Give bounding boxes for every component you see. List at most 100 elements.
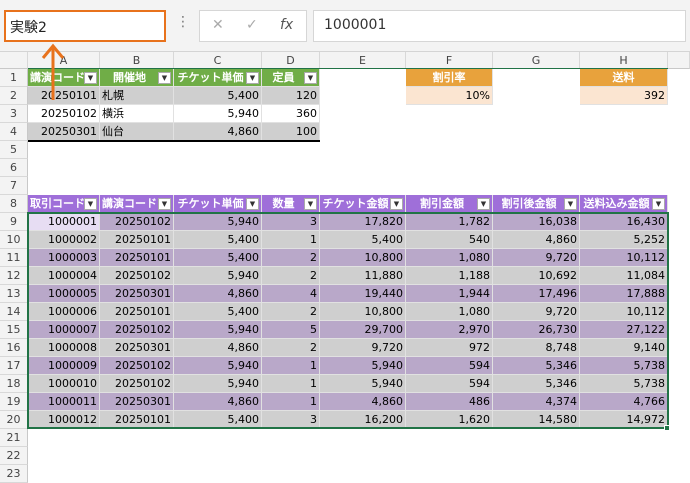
- table-cell[interactable]: 20250102: [100, 213, 174, 231]
- table-cell[interactable]: 1000011: [28, 393, 100, 411]
- table-header[interactable]: チケット金額 ▼: [320, 195, 406, 213]
- row-header[interactable]: 1: [0, 69, 28, 87]
- row-header[interactable]: 10: [0, 231, 28, 249]
- row-header[interactable]: 8: [0, 195, 28, 213]
- row-header[interactable]: 23: [0, 465, 28, 483]
- table-header[interactable]: チケット単価 ▼: [174, 195, 262, 213]
- table-cell[interactable]: 5,400: [174, 249, 262, 267]
- table-cell[interactable]: 9,720: [493, 249, 580, 267]
- table-cell[interactable]: 1000010: [28, 375, 100, 393]
- enter-icon[interactable]: ✓: [246, 17, 258, 33]
- table-cell[interactable]: 20250102: [100, 267, 174, 285]
- filter-dropdown-icon[interactable]: ▼: [564, 198, 577, 210]
- table-cell[interactable]: 1000008: [28, 339, 100, 357]
- table-cell[interactable]: 1: [262, 231, 320, 249]
- table-cell[interactable]: 20250101: [100, 249, 174, 267]
- table-cell[interactable]: 1000002: [28, 231, 100, 249]
- table-cell[interactable]: 5,940: [174, 375, 262, 393]
- table-cell[interactable]: 10,112: [580, 303, 668, 321]
- table-cell[interactable]: 1000007: [28, 321, 100, 339]
- table-cell[interactable]: 20250301: [100, 339, 174, 357]
- more-options-icon[interactable]: ⋮: [176, 14, 190, 30]
- table-cell[interactable]: 972: [406, 339, 493, 357]
- row-header[interactable]: 22: [0, 447, 28, 465]
- column-header[interactable]: E: [320, 52, 406, 69]
- table-cell[interactable]: 1,782: [406, 213, 493, 231]
- table-cell[interactable]: 3: [262, 411, 320, 429]
- filter-dropdown-icon[interactable]: ▼: [304, 198, 317, 210]
- table-cell[interactable]: 1,080: [406, 303, 493, 321]
- row-header[interactable]: 2: [0, 87, 28, 105]
- table-cell[interactable]: 27,122: [580, 321, 668, 339]
- row-header[interactable]: 9: [0, 213, 28, 231]
- row-header[interactable]: 14: [0, 303, 28, 321]
- shipping-header[interactable]: 送料: [580, 69, 668, 87]
- table-cell[interactable]: 1,188: [406, 267, 493, 285]
- table-cell[interactable]: 540: [406, 231, 493, 249]
- table-cell[interactable]: 5,940: [174, 357, 262, 375]
- table-cell[interactable]: 4,860: [493, 231, 580, 249]
- table-cell[interactable]: 1000004: [28, 267, 100, 285]
- table-cell[interactable]: 5,400: [320, 231, 406, 249]
- table-cell[interactable]: 1: [262, 375, 320, 393]
- column-header[interactable]: F: [406, 52, 493, 69]
- filter-dropdown-icon[interactable]: ▼: [390, 198, 403, 210]
- table-cell[interactable]: 10,112: [580, 249, 668, 267]
- table-cell[interactable]: 5,400: [174, 231, 262, 249]
- column-header[interactable]: H: [580, 52, 668, 69]
- table-cell[interactable]: 20250102: [100, 357, 174, 375]
- table-cell[interactable]: 4,860: [174, 285, 262, 303]
- table-cell[interactable]: 9,140: [580, 339, 668, 357]
- table-cell[interactable]: 9,720: [493, 303, 580, 321]
- table-cell[interactable]: 20250102: [100, 375, 174, 393]
- table-cell[interactable]: 1,080: [406, 249, 493, 267]
- row-header[interactable]: 4: [0, 123, 28, 141]
- table-cell[interactable]: 4,860: [174, 123, 262, 141]
- table-cell[interactable]: 2: [262, 303, 320, 321]
- table-cell[interactable]: 横浜: [100, 105, 174, 123]
- row-header[interactable]: 7: [0, 177, 28, 195]
- row-header[interactable]: 21: [0, 429, 28, 447]
- table-cell[interactable]: 4: [262, 285, 320, 303]
- table-cell[interactable]: 20250101: [100, 411, 174, 429]
- table-header[interactable]: 講演コード ▼: [100, 195, 174, 213]
- filter-dropdown-icon[interactable]: ▼: [652, 198, 665, 210]
- table-cell[interactable]: 20250102: [100, 321, 174, 339]
- fill-handle[interactable]: [664, 425, 670, 431]
- table-cell[interactable]: 14,972: [580, 411, 668, 429]
- row-header[interactable]: 19: [0, 393, 28, 411]
- table-cell[interactable]: 19,440: [320, 285, 406, 303]
- table-cell[interactable]: 2,970: [406, 321, 493, 339]
- filter-dropdown-icon[interactable]: ▼: [84, 72, 97, 84]
- table-cell[interactable]: 1000009: [28, 357, 100, 375]
- table-cell[interactable]: 360: [262, 105, 320, 123]
- table-cell[interactable]: 札幌: [100, 87, 174, 105]
- table-cell[interactable]: 5,400: [174, 411, 262, 429]
- table-cell[interactable]: 29,700: [320, 321, 406, 339]
- table-cell[interactable]: 4,860: [320, 393, 406, 411]
- cancel-icon[interactable]: ✕: [212, 17, 224, 33]
- table-cell[interactable]: 5,940: [174, 321, 262, 339]
- filter-dropdown-icon[interactable]: ▼: [84, 198, 97, 210]
- table-header[interactable]: 取引コード ▼: [28, 195, 100, 213]
- filter-dropdown-icon[interactable]: ▼: [304, 72, 317, 84]
- table-cell[interactable]: 17,496: [493, 285, 580, 303]
- row-header[interactable]: 12: [0, 267, 28, 285]
- table-cell[interactable]: 17,820: [320, 213, 406, 231]
- row-header[interactable]: 13: [0, 285, 28, 303]
- row-header[interactable]: 15: [0, 321, 28, 339]
- table-cell[interactable]: 1000006: [28, 303, 100, 321]
- table-cell[interactable]: 5,738: [580, 375, 668, 393]
- filter-dropdown-icon[interactable]: ▼: [246, 72, 259, 84]
- table-cell[interactable]: 3: [262, 213, 320, 231]
- table-cell[interactable]: 5,940: [320, 375, 406, 393]
- row-header[interactable]: 5: [0, 141, 28, 159]
- filter-dropdown-icon[interactable]: ▼: [158, 72, 171, 84]
- table-cell[interactable]: 20250301: [100, 285, 174, 303]
- row-header[interactable]: 11: [0, 249, 28, 267]
- table-header[interactable]: チケット単価 ▼: [174, 69, 262, 87]
- select-all-corner[interactable]: [0, 52, 28, 69]
- table-cell[interactable]: 11,084: [580, 267, 668, 285]
- table-cell[interactable]: 5,346: [493, 375, 580, 393]
- table-header[interactable]: 割引金額 ▼: [406, 195, 493, 213]
